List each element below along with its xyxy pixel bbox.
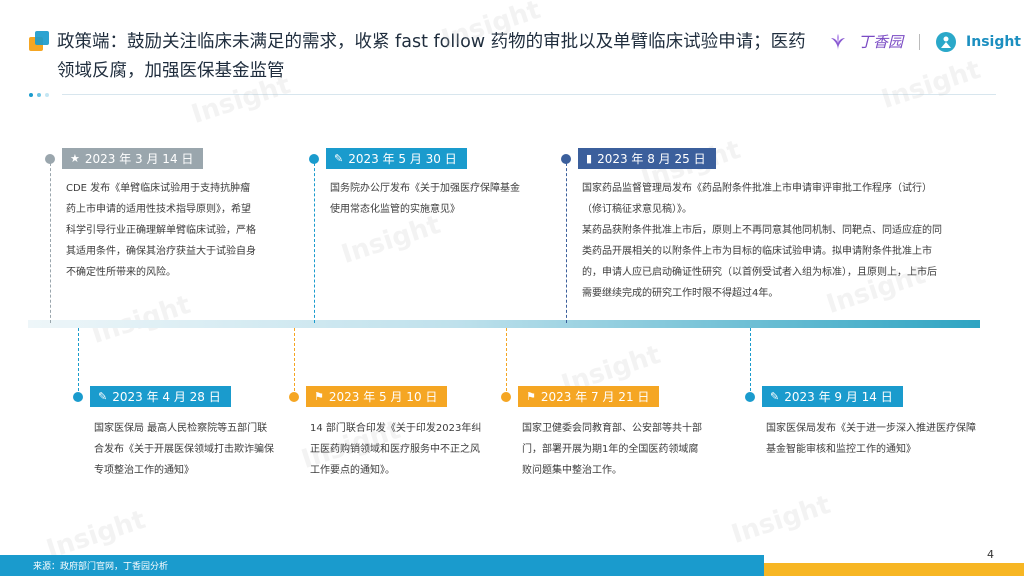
header-divider bbox=[62, 94, 996, 95]
event-date: 2023 年 5 月 30 日 bbox=[348, 152, 457, 166]
connector-line bbox=[566, 163, 567, 323]
brand-logos: 丁香园 Insight bbox=[828, 31, 1021, 52]
title-icon bbox=[29, 31, 49, 51]
source-note: 来源：政府部门官网，丁香园分析 bbox=[33, 562, 169, 572]
timeline-node bbox=[45, 154, 55, 164]
brand-insight-text: Insight bbox=[966, 33, 1022, 50]
connector-line bbox=[750, 328, 751, 396]
connector-line bbox=[78, 328, 79, 396]
event-date-tag: ▮ 2023 年 8 月 25 日 bbox=[578, 148, 716, 169]
brand-dxy-text: 丁香园 bbox=[858, 33, 904, 51]
page-number: 4 bbox=[987, 548, 994, 561]
timeline-node bbox=[309, 154, 319, 164]
connector-line bbox=[314, 163, 315, 323]
event-date-tag: ✎ 2023 年 9 月 14 日 bbox=[762, 386, 903, 407]
event-date: 2023 年 9 月 14 日 bbox=[784, 390, 893, 404]
event-date: 2023 年 5 月 10 日 bbox=[328, 390, 438, 404]
timeline-node bbox=[289, 392, 299, 402]
event-description: CDE 发布《单臂临床试验用于支持抗肿瘤药上市申请的适用性技术指导原则》，希望科… bbox=[66, 183, 256, 278]
event-description: 国家卫健委会同教育部、公安部等共十部门，部署开展为期1年的全国医药领域腐败问题集… bbox=[522, 423, 702, 476]
event-date: 2023 年 4 月 28 日 bbox=[112, 390, 221, 404]
connector-line bbox=[506, 328, 507, 396]
pin-icon: ✎ bbox=[98, 390, 108, 403]
star-icon: ★ bbox=[70, 152, 80, 165]
bookmark-icon: ▮ bbox=[586, 152, 593, 165]
timeline-bar bbox=[28, 320, 980, 328]
header-dots bbox=[29, 93, 49, 97]
pin-icon: ✎ bbox=[770, 390, 780, 403]
timeline-node bbox=[73, 392, 83, 402]
event-description: 14 部门联合印发《关于印发2023年纠正医药购销领域和医疗服务中不正之风工作要… bbox=[310, 423, 482, 476]
brand-divider bbox=[919, 33, 921, 50]
event-date-tag: ✎ 2023 年 5 月 30 日 bbox=[326, 148, 467, 169]
event-date-tag: ⚑ 2023 年 5 月 10 日 bbox=[306, 386, 448, 407]
event-description: 国家药品监督管理局发布《药品附条件批准上市申请审评审批工作程序（试行）（修订稿征… bbox=[582, 183, 942, 299]
event-date-tag: ✎ 2023 年 4 月 28 日 bbox=[90, 386, 231, 407]
footer-accent-bar bbox=[764, 563, 1024, 576]
page-title: 政策端：鼓励关注临床未满足的需求，收紧 fast follow 药物的审批以及单… bbox=[57, 32, 806, 81]
event-date: 2023 年 7 月 21 日 bbox=[540, 390, 650, 404]
event-date-tag: ⚑ 2023 年 7 月 21 日 bbox=[518, 386, 660, 407]
connector-line bbox=[294, 328, 295, 396]
timeline-node bbox=[745, 392, 755, 402]
event-description: 国家医保局发布《关于进一步深入推进医疗保障基金智能审核和监控工作的通知》 bbox=[766, 423, 976, 455]
watermark: Insight bbox=[727, 489, 835, 551]
event-description: 国务院办公厅发布《关于加强医疗保障基金使用常态化监管的实施意见》 bbox=[330, 183, 520, 215]
flag-icon: ⚑ bbox=[314, 390, 324, 403]
event-date: 2023 年 3 月 14 日 bbox=[84, 152, 194, 166]
insight-logo-icon bbox=[936, 31, 957, 52]
pin-icon: ✎ bbox=[334, 152, 344, 165]
connector-line bbox=[50, 163, 51, 323]
event-date-tag: ★ 2023 年 3 月 14 日 bbox=[62, 148, 204, 169]
timeline-node bbox=[501, 392, 511, 402]
event-date: 2023 年 8 月 25 日 bbox=[597, 152, 706, 166]
timeline-node bbox=[561, 154, 571, 164]
event-description: 国家医保局 最高人民检察院等五部门联合发布《关于开展医保领域打击欺诈骗保专项整治… bbox=[94, 423, 274, 476]
flag-icon: ⚑ bbox=[526, 390, 536, 403]
watermark: Insight bbox=[877, 54, 985, 116]
dxy-flower-icon bbox=[831, 33, 845, 50]
